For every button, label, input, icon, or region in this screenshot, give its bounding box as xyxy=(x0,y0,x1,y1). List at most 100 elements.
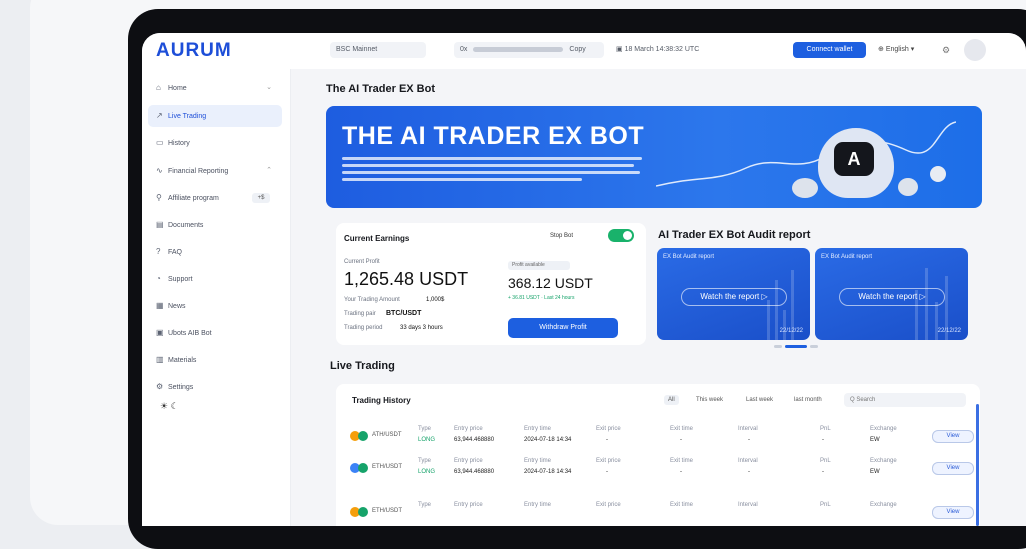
hero-text-line xyxy=(342,157,642,160)
col-exit-price: Exit price xyxy=(596,458,621,464)
audit-report-title: AI Trader EX Bot Audit report xyxy=(658,229,811,241)
type-cell: LONG xyxy=(418,469,436,475)
interval-cell: - xyxy=(748,437,750,443)
trading-history-panel: Trading History All This week Last week … xyxy=(336,384,980,526)
sidebar-item-settings[interactable]: ⚙ Settings xyxy=(148,376,282,398)
hero-banner: THE AI TRADER EX BOT A xyxy=(326,106,982,208)
usdt-icon xyxy=(358,463,368,473)
usdt-icon xyxy=(358,507,368,517)
audit-card-date: 22/12/22 xyxy=(937,328,961,334)
sidebar-item-label: News xyxy=(168,303,186,310)
col-pnl: PnL xyxy=(820,502,831,508)
pair-value: BTC/USDT xyxy=(386,310,422,317)
period-value: 33 days 3 hours xyxy=(400,325,443,331)
sidebar-item-documents[interactable]: ▤ Documents xyxy=(148,214,282,236)
chart-bar-decor xyxy=(783,310,786,340)
sidebar-item-materials[interactable]: ▥ Materials xyxy=(148,349,282,371)
exit-time-cell: - xyxy=(680,469,682,475)
home-icon: ⌂ xyxy=(156,83,161,92)
entry-time-cell: 2024-07-18 14:34 xyxy=(524,469,572,475)
filter-last-week[interactable]: Last week xyxy=(742,395,777,405)
sidebar-item-news[interactable]: ▦ News xyxy=(148,295,282,317)
stop-bot-toggle[interactable] xyxy=(608,229,634,242)
audit-card-label: EX Bot Audit report xyxy=(663,254,715,260)
col-type: Type xyxy=(418,426,432,432)
sidebar-item-live-trading[interactable]: ↗ Live Trading xyxy=(148,105,282,127)
col-exchange: Exchange xyxy=(870,502,897,508)
view-button[interactable]: View xyxy=(932,462,974,475)
coin-stack xyxy=(792,178,818,198)
view-button[interactable]: View xyxy=(932,506,974,519)
sidebar-item-faq[interactable]: ? FAQ xyxy=(148,241,282,263)
app-logo[interactable]: AURUM xyxy=(156,40,232,62)
invest-label: Your Trading Amount xyxy=(344,297,400,303)
theme-toggle[interactable]: ☀ ☾ xyxy=(160,401,179,412)
profit-value: 1,265.48 USDT xyxy=(344,269,469,289)
hero-text-line xyxy=(342,171,640,174)
language-selector[interactable]: ⊕ English ▾ xyxy=(878,42,914,58)
col-entry-time: Entry time xyxy=(524,458,552,464)
col-interval: Interval xyxy=(738,426,758,432)
carousel-dot-active[interactable] xyxy=(785,345,807,348)
sidebar-item-label: Ubots AIB Bot xyxy=(168,330,212,337)
sidebar-item-affiliate[interactable]: ⚲ Affiliate program +$ xyxy=(148,187,282,209)
language-label: English ▾ xyxy=(885,46,915,53)
col-exit-price: Exit price xyxy=(596,502,621,508)
table-row[interactable]: ATH/USDT Type LONG Entry price 63,944.46… xyxy=(346,422,974,450)
audit-report-card[interactable]: EX Bot Audit report Watch the report ▷ 2… xyxy=(657,248,810,340)
hero-text-line xyxy=(342,178,582,181)
col-pnl: PnL xyxy=(820,458,831,464)
col-pnl: PnL xyxy=(820,426,831,432)
avatar[interactable] xyxy=(964,39,986,61)
filter-all[interactable]: All xyxy=(664,395,679,405)
sidebar-item-label: History xyxy=(168,140,190,147)
coin xyxy=(930,166,946,182)
globe-icon: ⊕ xyxy=(878,46,886,53)
connect-wallet-button[interactable]: Connect wallet xyxy=(793,42,866,58)
col-exchange: Exchange xyxy=(870,458,897,464)
carousel-dots[interactable] xyxy=(774,345,824,348)
col-entry-price: Entry price xyxy=(454,426,483,432)
chevron-down-icon: ⌄ xyxy=(266,84,272,91)
copy-label: Copy xyxy=(569,46,586,53)
sidebar-item-financial-reporting[interactable]: ∿ Financial Reporting ⌃ xyxy=(148,160,282,182)
network-selector[interactable]: BSC Mainnet xyxy=(330,42,426,58)
date-display: ▣ 18 March 14:38:32 UTC xyxy=(610,42,720,58)
watch-report-button[interactable]: Watch the report ▷ xyxy=(681,288,787,306)
calendar-icon: ▣ xyxy=(616,46,625,53)
earnings-card: Current Earnings Stop Bot Current Profit… xyxy=(336,223,646,345)
view-button[interactable]: View xyxy=(932,430,974,443)
table-row[interactable]: ETH/USDT Type LONG Entry price 63,944.46… xyxy=(346,454,974,482)
watch-report-button[interactable]: Watch the report ▷ xyxy=(839,288,945,306)
table-row[interactable]: ETH/USDT Type Entry price Entry time Exi… xyxy=(346,498,974,526)
col-interval: Interval xyxy=(738,458,758,464)
history-search-input[interactable]: Q Search xyxy=(844,393,966,407)
filter-this-week[interactable]: This week xyxy=(692,395,727,405)
carousel-dot[interactable] xyxy=(810,345,818,348)
robot-logo: A xyxy=(834,142,874,176)
invest-value: 1,000$ xyxy=(426,297,445,303)
entry-time-cell: 2024-07-18 14:34 xyxy=(524,437,572,443)
col-exit-time: Exit time xyxy=(670,502,694,508)
carousel-dot[interactable] xyxy=(774,345,782,348)
scrollbar[interactable] xyxy=(976,404,979,526)
entry-price-cell: 63,944.468880 xyxy=(454,469,495,475)
trading-history-title: Trading History xyxy=(352,396,411,405)
sidebar-item-label: Documents xyxy=(168,222,204,229)
hero-title: THE AI TRADER EX BOT xyxy=(342,122,645,150)
filter-last-month[interactable]: last month xyxy=(790,395,826,405)
withdraw-profit-button[interactable]: Withdraw Profit xyxy=(508,318,618,338)
pnl-cell: - xyxy=(822,437,824,443)
wallet-address[interactable]: 0x Copy xyxy=(454,42,604,58)
gear-icon[interactable]: ⚙ xyxy=(942,42,950,58)
sidebar-item-support[interactable]: ◔ Support xyxy=(148,268,282,290)
chart-bar-decor xyxy=(767,300,770,340)
faq-icon: ? xyxy=(156,247,161,256)
coin xyxy=(898,178,918,196)
wallet-prefix: 0x xyxy=(460,46,468,53)
sidebar-item-home[interactable]: ⌂ Home ⌄ xyxy=(148,77,282,99)
audit-report-card[interactable]: EX Bot Audit report Watch the report ▷ 2… xyxy=(815,248,968,340)
sidebar-item-history[interactable]: ▭ History xyxy=(148,132,282,154)
col-entry-price: Entry price xyxy=(454,502,483,508)
sidebar-item-bot[interactable]: ▣ Ubots AIB Bot xyxy=(148,322,282,344)
